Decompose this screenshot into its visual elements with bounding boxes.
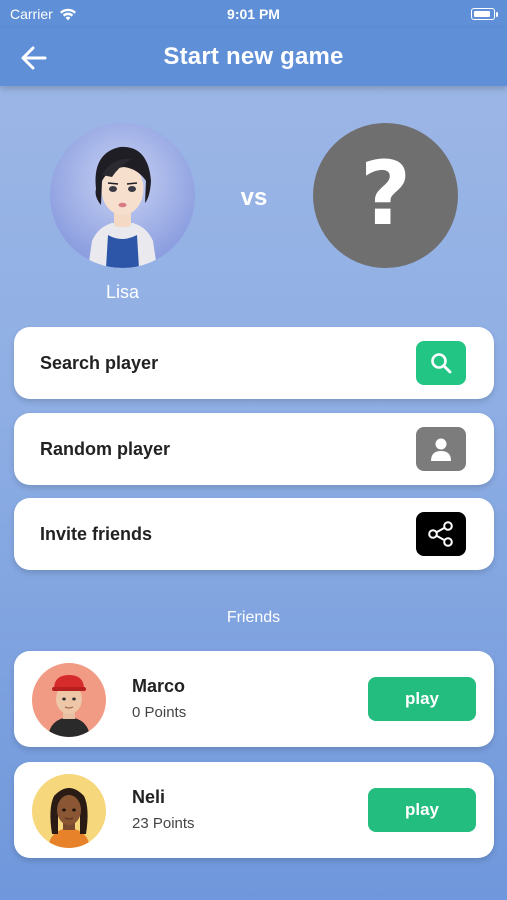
player-avatar <box>50 123 195 268</box>
friend-row: Marco 0 Points play <box>14 651 494 747</box>
play-button[interactable]: play <box>368 788 476 832</box>
player-avatar-illustration <box>88 146 157 268</box>
friend-points: 0 Points <box>132 704 187 721</box>
page-title: Start new game <box>163 43 344 70</box>
friend-avatar <box>32 663 106 737</box>
friend-row: Neli 23 Points play <box>14 762 494 858</box>
random-player-label: Random player <box>40 439 171 459</box>
friend-avatar-illustration <box>48 788 90 848</box>
status-time: 9:01 PM <box>227 6 280 22</box>
search-player-label: Search player <box>40 353 159 373</box>
random-player-card[interactable]: Random player <box>14 413 494 485</box>
friend-avatar <box>32 774 106 848</box>
friend-name: Marco <box>132 676 186 696</box>
invite-friends-label: Invite friends <box>40 524 153 544</box>
player-name: Lisa <box>105 282 140 302</box>
opponent-avatar-placeholder: ? <box>313 123 458 268</box>
play-button[interactable]: play <box>368 677 476 721</box>
user-icon <box>431 438 451 461</box>
search-icon <box>431 353 452 374</box>
share-icon <box>428 521 453 547</box>
friends-section-title: Friends <box>226 609 281 626</box>
battery-icon <box>471 8 498 20</box>
battery-level <box>473 10 490 17</box>
friend-name: Neli <box>132 787 166 807</box>
vs-label: vs <box>240 184 268 211</box>
invite-friends-icon-box[interactable] <box>416 512 466 556</box>
status-bar: Carrier 9:01 PM <box>0 0 507 28</box>
search-player-card[interactable]: Search player <box>14 327 494 399</box>
friend-avatar-illustration <box>48 675 90 737</box>
search-player-icon-box[interactable] <box>416 341 466 385</box>
question-mark-icon: ? <box>359 141 412 245</box>
friend-points: 23 Points <box>132 815 195 832</box>
random-player-icon-box[interactable] <box>416 427 466 471</box>
app-header: Start new game <box>0 28 507 86</box>
invite-friends-card[interactable]: Invite friends <box>14 498 494 570</box>
